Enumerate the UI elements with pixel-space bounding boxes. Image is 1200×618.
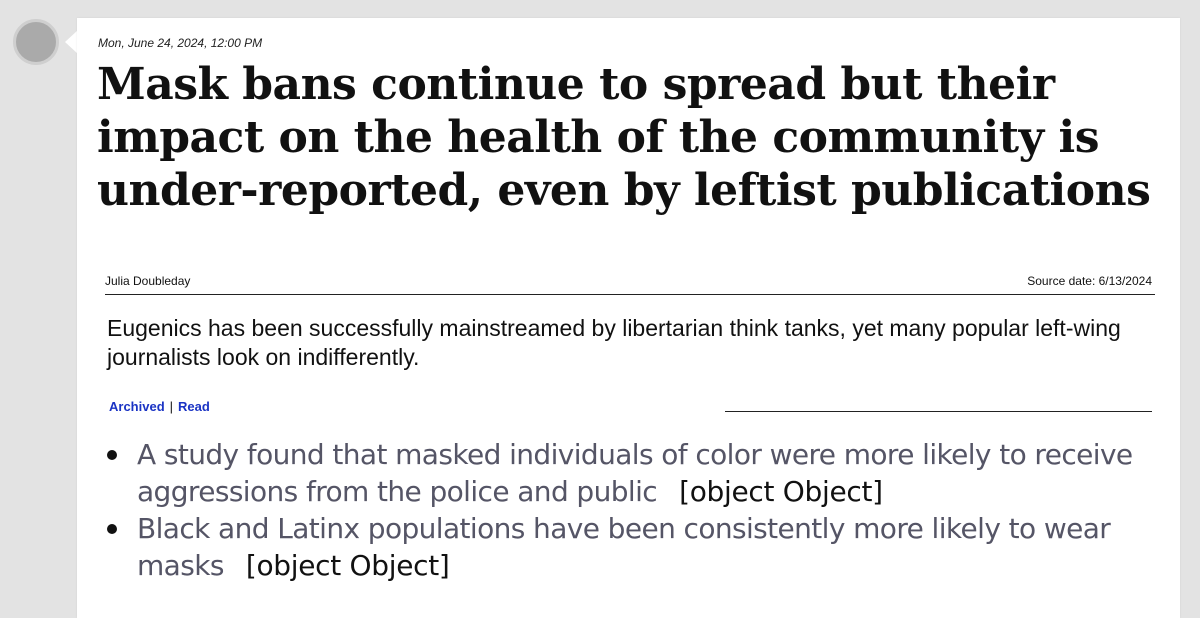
- post-headline: Mask bans continue to spread but their i…: [97, 59, 1151, 216]
- source-date: Source date: 6/13/2024: [1027, 274, 1152, 288]
- citation-ref[interactable]: [object Object]: [246, 549, 450, 582]
- archived-link[interactable]: Archived: [109, 399, 165, 414]
- list-item-text: A study found that masked individuals of…: [137, 438, 1133, 508]
- meta-row: Julia Doubleday Source date: 6/13/2024: [105, 272, 1155, 295]
- source-links: Archived | Read: [109, 399, 210, 414]
- post-card: Mon, June 24, 2024, 12:00 PM Mask bans c…: [77, 18, 1180, 618]
- citation-ref[interactable]: [object Object]: [679, 475, 883, 508]
- read-link[interactable]: Read: [178, 399, 210, 414]
- key-points-list: A study found that masked individuals of…: [105, 436, 1165, 584]
- link-separator: |: [169, 399, 174, 414]
- bullet-dot-icon: [107, 450, 117, 460]
- post-timestamp: Mon, June 24, 2024, 12:00 PM: [98, 36, 263, 50]
- list-item: Black and Latinx populations have been c…: [105, 510, 1165, 584]
- list-item: A study found that masked individuals of…: [105, 436, 1165, 510]
- post-summary: Eugenics has been successfully mainstrea…: [107, 315, 1121, 370]
- section-divider: [725, 411, 1152, 412]
- avatar[interactable]: [13, 19, 59, 65]
- bullet-dot-icon: [107, 524, 117, 534]
- author-name: Julia Doubleday: [105, 274, 191, 288]
